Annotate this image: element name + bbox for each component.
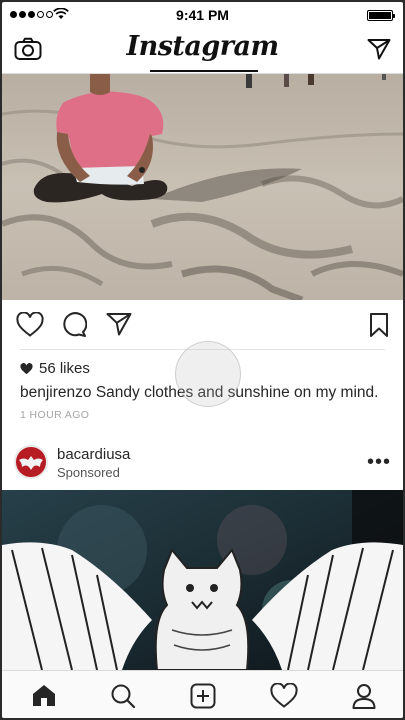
direct-send-icon[interactable]: [367, 38, 391, 60]
phone-screen: 9:41 PM Instagram 56 likes benjirenzo Sa…: [2, 2, 403, 718]
activity-heart-icon[interactable]: [270, 683, 298, 709]
battery-icon: [367, 10, 395, 21]
status-bar: 9:41 PM: [2, 2, 403, 28]
likes-text: 56 likes: [39, 360, 90, 377]
app-logo: Instagram: [126, 31, 279, 62]
likes-heart-icon: [20, 362, 33, 374]
post-actions: [2, 310, 403, 342]
profile-icon[interactable]: [352, 683, 376, 709]
search-icon[interactable]: [110, 683, 136, 709]
sponsored-label: Sponsored: [57, 465, 120, 480]
status-time: 9:41 PM: [176, 7, 229, 23]
bottom-tab-bar: [2, 670, 403, 718]
bookmark-icon[interactable]: [369, 312, 389, 338]
comment-icon[interactable]: [61, 312, 87, 338]
add-post-icon[interactable]: [190, 683, 216, 709]
top-navigation-bar: Instagram: [2, 28, 403, 74]
heart-icon[interactable]: [16, 312, 44, 338]
bat-logo-icon: [19, 456, 43, 470]
logo-underline: [150, 70, 258, 72]
avatar[interactable]: [14, 445, 48, 479]
ad-image[interactable]: [2, 490, 403, 670]
post-timestamp: 1 HOUR AGO: [20, 409, 90, 421]
caption-username[interactable]: benjirenzo: [20, 384, 92, 401]
post-photo[interactable]: [2, 74, 403, 300]
share-icon[interactable]: [106, 312, 132, 336]
touch-indicator: [175, 341, 241, 407]
likes-count[interactable]: 56 likes: [20, 360, 90, 377]
more-options-icon[interactable]: •••: [367, 451, 391, 474]
home-icon[interactable]: [31, 683, 57, 707]
sponsored-username[interactable]: bacardiusa: [57, 446, 130, 463]
